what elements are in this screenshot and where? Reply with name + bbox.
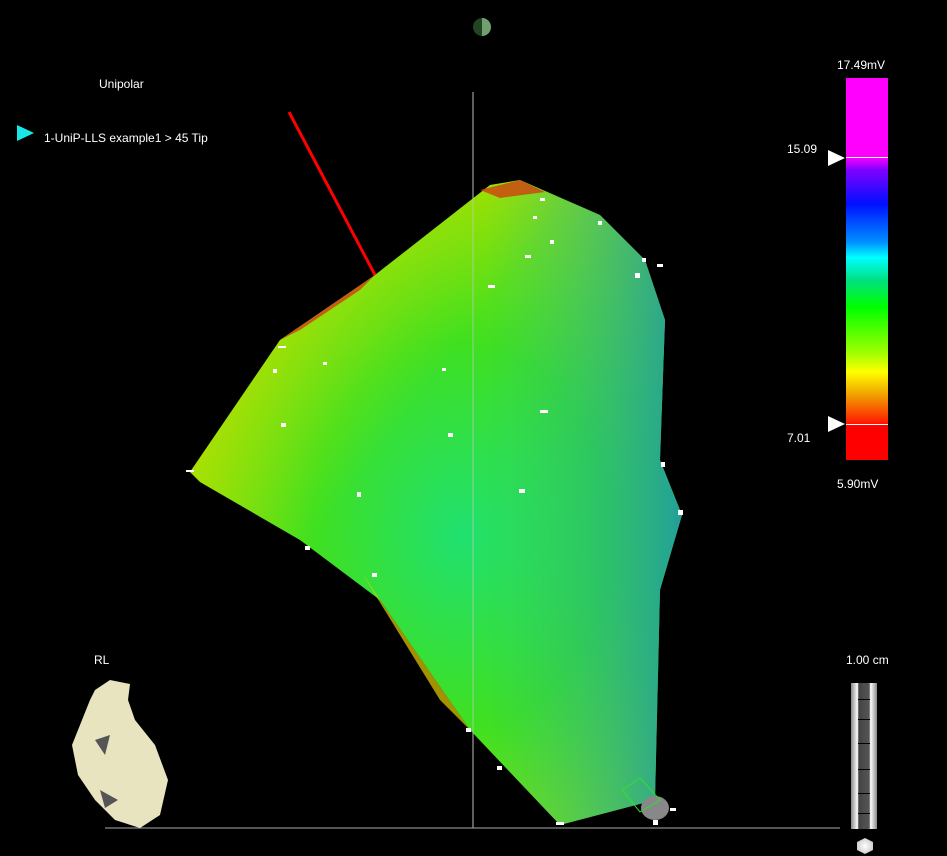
upper-threshold-line <box>846 157 888 158</box>
lower-threshold-line <box>846 424 888 425</box>
scale-label: 1.00 cm <box>846 653 889 667</box>
map-viewport[interactable] <box>0 0 947 856</box>
lower-threshold-slider[interactable] <box>828 416 845 432</box>
lower-threshold-value: 7.01 <box>787 431 811 445</box>
map-name[interactable]: 1-UniP-LLS example1 > 45 Tip <box>44 131 208 145</box>
color-bar-min-label: 5.90mV <box>837 477 879 491</box>
color-bar <box>846 78 888 460</box>
color-bar-max-label: 17.49mV <box>837 58 886 72</box>
upper-threshold-value: 15.09 <box>787 142 818 156</box>
catheter-line <box>287 111 377 276</box>
view-label: RL <box>94 653 110 667</box>
scale-ruler <box>851 683 877 829</box>
voltage-map-shading-left <box>190 180 682 825</box>
heart-orientation-icon <box>72 680 168 828</box>
triangle-right-icon[interactable] <box>17 125 34 141</box>
map-title: Unipolar <box>99 77 144 91</box>
upper-threshold-slider[interactable] <box>828 150 845 166</box>
anatomy-mesh <box>190 180 682 825</box>
orientation-sphere-icon <box>473 18 491 36</box>
